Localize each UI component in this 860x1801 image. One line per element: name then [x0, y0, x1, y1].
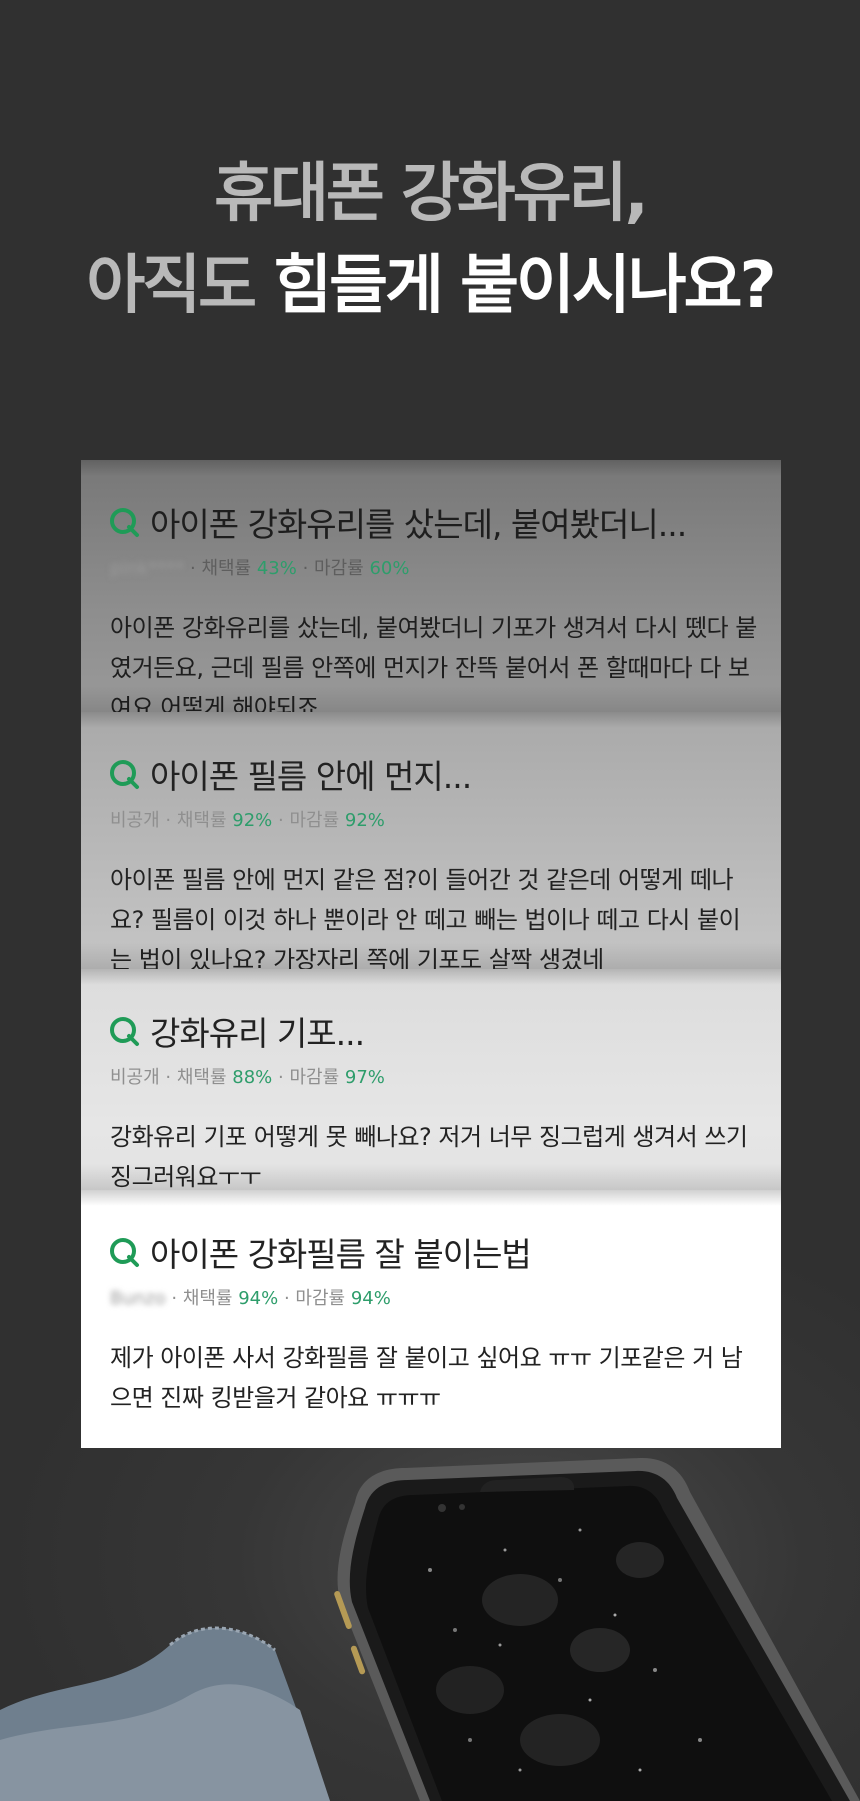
question-header: 강화유리 기포...	[108, 1007, 365, 1055]
q-icon	[110, 508, 139, 537]
adopt-label: 채택률	[201, 558, 252, 579]
q-icon	[110, 760, 139, 789]
question-title: 아이폰 강화유리를 샀는데, 붙여봤더니...	[150, 505, 687, 544]
adopt-rate: 43%	[256, 558, 297, 579]
question-header: 아이폰 강화필름 잘 붙이는법	[108, 1228, 532, 1276]
headline-line-2-bright: 힘들게 붙이시나요?	[273, 249, 776, 323]
q-icon	[110, 1238, 139, 1267]
cleaning-cloth-illustration	[0, 1626, 330, 1801]
question-author: Bunzo	[110, 1288, 166, 1309]
adopt-rate: 94%	[238, 1288, 279, 1309]
question-card[interactable]: 아이폰 필름 안에 먼지... 비공개 · 채택률 92% · 마감률 92% …	[81, 712, 781, 972]
card-shadow	[81, 1190, 781, 1206]
card-shadow	[81, 969, 781, 985]
adopt-label: 채택률	[176, 810, 227, 831]
adopt-rate: 88%	[232, 1067, 273, 1088]
question-card[interactable]: 강화유리 기포... 비공개 · 채택률 88% · 마감률 97% 강화유리 …	[81, 969, 781, 1194]
close-label: 마감률	[295, 1288, 346, 1309]
card-overlap-shadow	[81, 942, 781, 972]
headline-line-2-dim: 아직도	[86, 249, 274, 323]
question-author: pink****	[110, 558, 185, 579]
question-title: 강화유리 기포...	[150, 1014, 365, 1053]
headline-line-2: 아직도 힘들게 붙이시나요?	[0, 240, 860, 332]
close-label: 마감률	[289, 810, 340, 831]
close-rate: 60%	[369, 558, 410, 579]
question-author: 비공개	[110, 1067, 160, 1088]
close-rate: 94%	[350, 1288, 391, 1309]
phone-illustration	[0, 1457, 860, 1801]
question-meta: pink**** · 채택률 43% · 마감률 60%	[110, 558, 410, 579]
adopt-rate: 92%	[232, 810, 273, 831]
question-body: 제가 아이폰 사서 강화필름 잘 붙이고 싶어요 ㅠㅠ 기포같은 거 남으면 진…	[110, 1344, 743, 1412]
page-headline: 휴대폰 강화유리, 아직도 힘들게 붙이시나요?	[0, 148, 860, 332]
question-meta: Bunzo · 채택률 94% · 마감률 94%	[110, 1288, 391, 1309]
adopt-label: 채택률	[176, 1067, 227, 1088]
close-rate: 92%	[344, 810, 385, 831]
headline-line-1: 휴대폰 강화유리,	[214, 157, 649, 231]
card-overlap-shadow	[81, 685, 781, 715]
card-shadow	[81, 460, 781, 476]
adopt-label: 채택률	[182, 1288, 233, 1309]
question-meta: 비공개 · 채택률 92% · 마감률 92%	[110, 810, 385, 831]
question-title: 아이폰 강화필름 잘 붙이는법	[150, 1235, 532, 1274]
question-meta: 비공개 · 채택률 88% · 마감률 97%	[110, 1067, 385, 1088]
close-label: 마감률	[314, 558, 364, 579]
question-author: 비공개	[110, 810, 160, 831]
close-rate: 97%	[344, 1067, 385, 1088]
smartphone-illustration	[334, 1457, 860, 1801]
question-card[interactable]: 아이폰 강화유리를 샀는데, 붙여봤더니... pink**** · 채택률 4…	[81, 460, 781, 715]
question-title: 아이폰 필름 안에 먼지...	[150, 757, 472, 796]
close-label: 마감률	[289, 1067, 340, 1088]
card-shadow	[81, 712, 781, 728]
q-icon	[110, 1017, 139, 1046]
question-card[interactable]: 아이폰 강화필름 잘 붙이는법 Bunzo · 채택률 94% · 마감률 94…	[81, 1190, 781, 1448]
question-header: 아이폰 필름 안에 먼지...	[108, 750, 472, 798]
question-header: 아이폰 강화유리를 샀는데, 붙여봤더니...	[108, 498, 687, 546]
